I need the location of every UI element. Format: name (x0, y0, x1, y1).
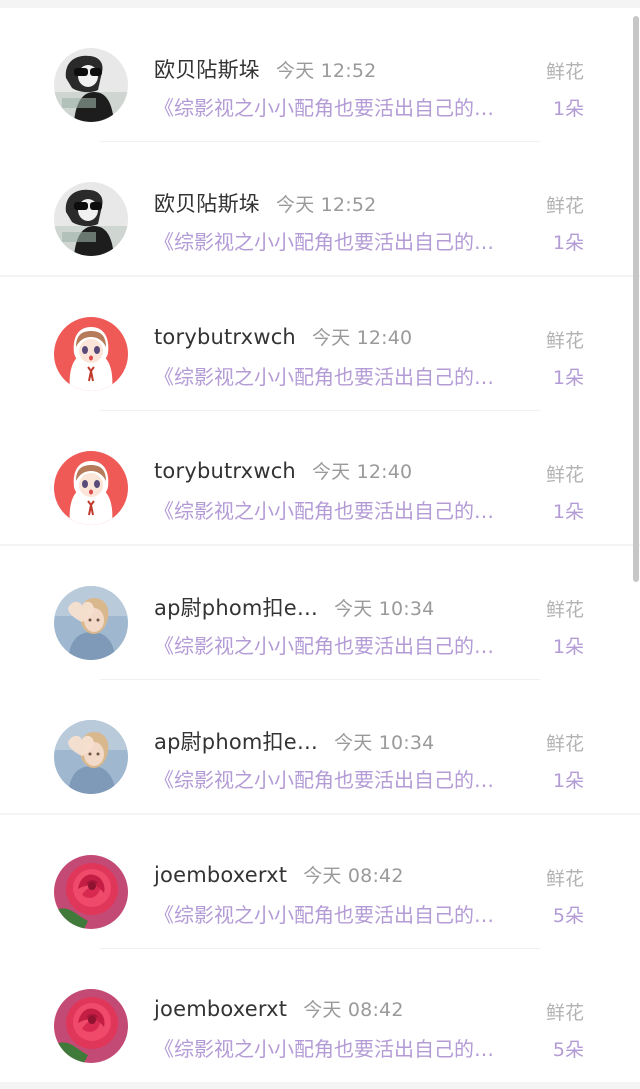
book-title-link[interactable]: 《综影视之小小配角也要活出自己的… (154, 764, 534, 793)
user-name[interactable]: torybutrxwch (154, 325, 296, 349)
list-item[interactable]: ap尉phom扣e… 今天 10:34 鲜花 《综影视之小小配角也要活出自己的… … (0, 680, 640, 814)
gift-count: 5朵 (552, 905, 584, 927)
gift-count: 1朵 (552, 501, 584, 523)
user-name[interactable]: 欧贝阽斯垛 (154, 192, 260, 216)
gift-type: 鲜花 (545, 868, 584, 890)
timestamp: 今天 10:34 (334, 732, 435, 754)
book-title-link[interactable]: 《综影视之小小配角也要活出自己的… (154, 226, 534, 255)
gift-type: 鲜花 (545, 733, 584, 755)
book-title-link[interactable]: 《综影视之小小配角也要活出自己的… (154, 1033, 534, 1062)
timestamp: 今天 08:42 (303, 999, 404, 1021)
avatar[interactable] (54, 855, 128, 929)
gift-type: 鲜花 (545, 330, 584, 352)
gift-type: 鲜花 (545, 195, 584, 217)
timestamp: 今天 12:40 (311, 327, 413, 349)
gift-count: 1朵 (552, 770, 584, 792)
book-title-link[interactable]: 《综影视之小小配角也要活出自己的… (154, 495, 534, 524)
avatar[interactable] (54, 989, 128, 1063)
gift-record-list: 欧贝阽斯垛 今天 12:52 鲜花 《综影视之小小配角也要活出自己的… 1朵 欧贝… (0, 8, 640, 1084)
avatar[interactable] (54, 182, 128, 256)
list-item[interactable]: joemboxerxt 今天 08:42 鲜花 《综影视之小小配角也要活出自己的…… (0, 949, 640, 1083)
gift-type: 鲜花 (545, 1002, 584, 1024)
gift-type: 鲜花 (545, 599, 584, 621)
top-strip (0, 0, 640, 8)
gift-type: 鲜花 (545, 464, 584, 486)
gift-card: joemboxerxt 今天 08:42 鲜花 《综影视之小小配角也要活出自己的…… (0, 815, 640, 1082)
gift-count: 1朵 (552, 367, 584, 389)
gift-type: 鲜花 (545, 61, 584, 83)
user-name[interactable]: torybutrxwch (154, 459, 296, 483)
timestamp: 今天 10:34 (334, 598, 435, 620)
gift-card: ap尉phom扣e… 今天 10:34 鲜花 《综影视之小小配角也要活出自己的… … (0, 546, 640, 813)
list-item[interactable]: 欧贝阽斯垛 今天 12:52 鲜花 《综影视之小小配角也要活出自己的… 1朵 (0, 8, 640, 142)
list-item[interactable]: torybutrxwch 今天 12:40 鲜花 《综影视之小小配角也要活出自己的… (0, 411, 640, 545)
book-title-link[interactable]: 《综影视之小小配角也要活出自己的… (154, 899, 534, 928)
user-name[interactable]: 欧贝阽斯垛 (154, 58, 260, 82)
timestamp: 今天 08:42 (303, 865, 404, 887)
list-item[interactable]: torybutrxwch 今天 12:40 鲜花 《综影视之小小配角也要活出自己的… (0, 277, 640, 411)
list-item[interactable]: ap尉phom扣e… 今天 10:34 鲜花 《综影视之小小配角也要活出自己的… … (0, 546, 640, 680)
avatar[interactable] (54, 317, 128, 391)
gift-card: 欧贝阽斯垛 今天 12:52 鲜花 《综影视之小小配角也要活出自己的… 1朵 欧贝… (0, 8, 640, 275)
timestamp: 今天 12:52 (276, 194, 377, 216)
user-name[interactable]: ap尉phom扣e… (154, 596, 318, 620)
book-title-link[interactable]: 《综影视之小小配角也要活出自己的… (154, 361, 534, 390)
timestamp: 今天 12:40 (311, 461, 413, 483)
user-name[interactable]: ap尉phom扣e… (154, 730, 318, 754)
avatar[interactable] (54, 586, 128, 660)
gift-card: torybutrxwch 今天 12:40 鲜花 《综影视之小小配角也要活出自己的… (0, 277, 640, 544)
avatar[interactable] (54, 48, 128, 122)
timestamp: 今天 12:52 (276, 60, 377, 82)
avatar[interactable] (54, 451, 128, 525)
book-title-link[interactable]: 《综影视之小小配角也要活出自己的… (154, 92, 534, 121)
list-item[interactable]: joemboxerxt 今天 08:42 鲜花 《综影视之小小配角也要活出自己的…… (0, 815, 640, 949)
scrollbar[interactable] (633, 16, 639, 582)
avatar[interactable] (54, 720, 128, 794)
user-name[interactable]: joemboxerxt (154, 863, 287, 887)
user-name[interactable]: joemboxerxt (154, 997, 287, 1021)
gift-count: 5朵 (552, 1039, 584, 1061)
gift-count: 1朵 (552, 232, 584, 254)
gift-count: 1朵 (552, 636, 584, 658)
gift-count: 1朵 (552, 98, 584, 120)
list-item[interactable]: 欧贝阽斯垛 今天 12:52 鲜花 《综影视之小小配角也要活出自己的… 1朵 (0, 142, 640, 276)
book-title-link[interactable]: 《综影视之小小配角也要活出自己的… (154, 630, 534, 659)
